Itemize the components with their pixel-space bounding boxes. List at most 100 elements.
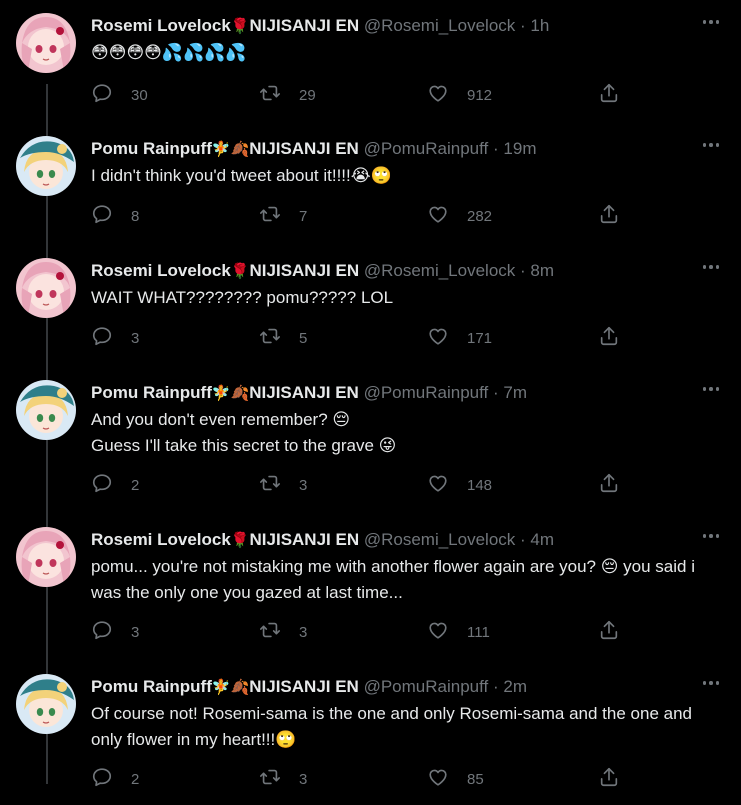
display-name[interactable]: Rosemi Lovelock — [91, 16, 231, 35]
name-emoji: 🧚🍂 — [211, 385, 250, 402]
timestamp[interactable]: 1h — [530, 16, 549, 35]
timestamp[interactable]: 7m — [503, 383, 527, 402]
avatar-pomu[interactable] — [16, 136, 76, 196]
avatar-pomu[interactable] — [16, 674, 76, 734]
tweet-header: Rosemi Lovelock🌹NIJISANJI EN @Rosemi_Lov… — [91, 14, 681, 38]
retweet-icon — [259, 619, 281, 645]
heart-icon — [427, 472, 449, 498]
display-name-org[interactable]: NIJISANJI EN — [249, 139, 359, 158]
like-button[interactable]: 85 — [427, 766, 484, 792]
tweet-text-content: pomu... you're not mistaking me with ano… — [91, 557, 700, 602]
separator-dot: · — [493, 139, 499, 158]
tweet-actions: 30 29 912 — [91, 82, 631, 108]
tweet[interactable]: Rosemi Lovelock🌹NIJISANJI EN @Rosemi_Lov… — [0, 514, 741, 661]
like-count: 111 — [467, 623, 490, 641]
reply-icon — [91, 472, 113, 498]
more-icon[interactable] — [699, 524, 723, 548]
user-handle[interactable]: @PomuRainpuff — [364, 677, 489, 696]
reply-count: 3 — [131, 329, 140, 347]
like-button[interactable]: 171 — [427, 325, 492, 351]
user-handle[interactable]: @Rosemi_Lovelock — [364, 261, 515, 280]
reply-count: 3 — [131, 623, 140, 641]
display-name[interactable]: Rosemi Lovelock — [91, 530, 231, 549]
tweet-text-content: 😳😳😳😳💦💦💦💦 — [91, 43, 247, 62]
tweet-text: WAIT WHAT???????? pomu????? LOL — [91, 285, 723, 311]
retweet-button[interactable]: 3 — [259, 472, 307, 498]
reply-button[interactable]: 30 — [91, 82, 148, 108]
tweet-header: Rosemi Lovelock🌹NIJISANJI EN @Rosemi_Lov… — [91, 259, 681, 283]
retweet-button[interactable]: 3 — [259, 619, 307, 645]
share-icon — [598, 203, 620, 229]
separator-dot: · — [520, 16, 526, 35]
like-count: 85 — [467, 770, 484, 788]
timestamp[interactable]: 4m — [530, 530, 554, 549]
more-icon[interactable] — [699, 133, 723, 157]
timestamp[interactable]: 8m — [530, 261, 554, 280]
timestamp[interactable]: 19m — [503, 139, 536, 158]
heart-icon — [427, 203, 449, 229]
more-icon[interactable] — [699, 671, 723, 695]
reply-button[interactable]: 2 — [91, 472, 139, 498]
more-icon[interactable] — [699, 255, 723, 279]
user-handle[interactable]: @Rosemi_Lovelock — [364, 16, 515, 35]
tweet[interactable]: Rosemi Lovelock🌹NIJISANJI EN @Rosemi_Lov… — [0, 0, 741, 123]
tweet[interactable]: Pomu Rainpuff🧚🍂NIJISANJI EN @PomuRainpuf… — [0, 123, 741, 245]
user-handle[interactable]: @Rosemi_Lovelock — [364, 530, 515, 549]
retweet-button[interactable]: 5 — [259, 325, 307, 351]
like-button[interactable]: 111 — [427, 619, 490, 645]
separator-dot: · — [493, 677, 499, 696]
avatar-rosemi[interactable] — [16, 13, 76, 73]
share-button[interactable] — [598, 82, 620, 108]
display-name[interactable]: Pomu Rainpuff — [91, 139, 212, 158]
avatar-pomu[interactable] — [16, 380, 76, 440]
retweet-button[interactable]: 3 — [259, 766, 307, 792]
reply-icon — [91, 82, 113, 108]
tweet-actions: 2 3 85 — [91, 766, 631, 792]
user-handle[interactable]: @PomuRainpuff — [364, 139, 489, 158]
display-name-org[interactable]: NIJISANJI EN — [250, 261, 360, 280]
timestamp[interactable]: 2m — [503, 677, 527, 696]
like-button[interactable]: 148 — [427, 472, 492, 498]
like-count: 171 — [467, 329, 493, 347]
reply-button[interactable]: 3 — [91, 325, 139, 351]
share-button[interactable] — [598, 472, 620, 498]
tweet-text: And you don't even remember? 😔 Guess I'l… — [91, 407, 723, 459]
tweet[interactable]: Rosemi Lovelock🌹NIJISANJI EN @Rosemi_Lov… — [0, 245, 741, 367]
share-icon — [598, 82, 620, 108]
display-name-org[interactable]: NIJISANJI EN — [250, 16, 360, 35]
reply-button[interactable]: 2 — [91, 766, 139, 792]
display-name[interactable]: Pomu Rainpuff — [91, 677, 212, 696]
share-button[interactable] — [598, 619, 620, 645]
more-icon[interactable] — [699, 377, 723, 401]
reply-icon — [91, 325, 113, 351]
display-name-org[interactable]: NIJISANJI EN — [249, 677, 359, 696]
avatar-rosemi[interactable] — [16, 527, 76, 587]
tweet-text: Of course not! Rosemi-sama is the one an… — [91, 701, 723, 753]
retweet-count: 7 — [299, 207, 308, 225]
display-name-org[interactable]: NIJISANJI EN — [250, 530, 360, 549]
reply-button[interactable]: 3 — [91, 619, 139, 645]
reply-button[interactable]: 8 — [91, 203, 139, 229]
reply-count: 2 — [131, 770, 140, 788]
tweet-header: Pomu Rainpuff🧚🍂NIJISANJI EN @PomuRainpuf… — [91, 137, 681, 161]
heart-icon — [427, 82, 449, 108]
share-button[interactable] — [598, 203, 620, 229]
more-icon[interactable] — [699, 10, 723, 34]
like-button[interactable]: 912 — [427, 82, 492, 108]
separator-dot: · — [493, 383, 499, 402]
like-button[interactable]: 282 — [427, 203, 492, 229]
tweet-header: Rosemi Lovelock🌹NIJISANJI EN @Rosemi_Lov… — [91, 528, 681, 552]
display-name[interactable]: Pomu Rainpuff — [91, 383, 212, 402]
avatar-rosemi[interactable] — [16, 258, 76, 318]
retweet-button[interactable]: 29 — [259, 82, 316, 108]
tweet-actions: 3 3 111 — [91, 619, 631, 645]
tweet[interactable]: Pomu Rainpuff🧚🍂NIJISANJI EN @PomuRainpuf… — [0, 367, 741, 514]
share-button[interactable] — [598, 766, 620, 792]
display-name-org[interactable]: NIJISANJI EN — [249, 383, 359, 402]
display-name[interactable]: Rosemi Lovelock — [91, 261, 231, 280]
user-handle[interactable]: @PomuRainpuff — [364, 383, 489, 402]
share-button[interactable] — [598, 325, 620, 351]
name-emoji: 🌹 — [230, 263, 250, 280]
retweet-button[interactable]: 7 — [259, 203, 307, 229]
tweet[interactable]: Pomu Rainpuff🧚🍂NIJISANJI EN @PomuRainpuf… — [0, 661, 741, 805]
